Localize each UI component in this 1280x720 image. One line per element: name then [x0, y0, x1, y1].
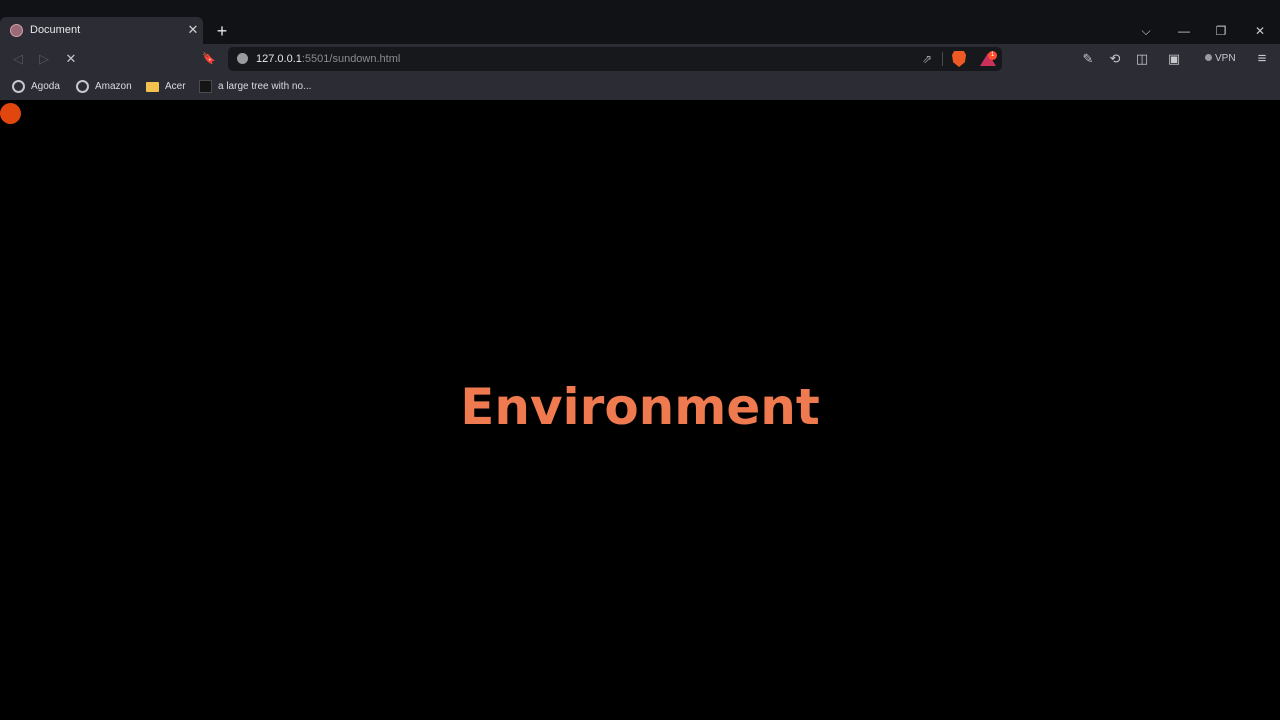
- navigation-toolbar: ◁ ▷ ✕ 🔖 127.0.0.1:5501/sundown.html ⇗ 1 …: [0, 44, 1280, 74]
- image-thumbnail-icon: [199, 80, 212, 93]
- menu-icon[interactable]: ≡: [1253, 50, 1271, 68]
- url-host: 127.0.0.1: [256, 53, 302, 65]
- page-headline: Environment: [460, 378, 820, 436]
- sync-icon[interactable]: ⟲: [1106, 50, 1124, 68]
- address-bar-divider: [942, 52, 943, 66]
- bookmark-label: Acer: [165, 81, 186, 92]
- minimize-button[interactable]: —: [1175, 22, 1193, 40]
- vpn-button[interactable]: VPN: [1205, 52, 1236, 66]
- folder-icon: [146, 82, 159, 92]
- bookmark-label: a large tree with no...: [218, 81, 312, 92]
- url-path: :5501/sundown.html: [301, 53, 401, 65]
- vpn-status-icon: [1205, 54, 1212, 61]
- sidebar-icon[interactable]: ◫: [1133, 50, 1151, 68]
- bookmarks-bar: Agoda Amazon Acer a large tree with no..…: [0, 74, 1280, 100]
- tab-strip: Document ✕ + ⌵ — ❐ ✕: [0, 0, 1280, 44]
- tab-close-icon[interactable]: ✕: [186, 22, 200, 38]
- bookmark-label: Agoda: [31, 81, 60, 92]
- globe-icon: [12, 80, 25, 93]
- brave-favicon-icon: [10, 24, 23, 37]
- bookmark-label: Amazon: [95, 81, 132, 92]
- forward-icon[interactable]: ▷: [35, 50, 53, 68]
- tab-title: Document: [30, 24, 81, 36]
- tab-search-dropdown-icon[interactable]: ⌵: [1137, 22, 1155, 40]
- tab-document[interactable]: Document ✕: [0, 17, 203, 44]
- vpn-label: VPN: [1215, 53, 1236, 64]
- site-info-icon[interactable]: [237, 53, 248, 64]
- brave-shields-icon[interactable]: [952, 51, 966, 67]
- back-icon[interactable]: ◁: [9, 50, 27, 68]
- globe-icon: [76, 80, 89, 93]
- custom-cursor-dot: [0, 103, 21, 124]
- url-text[interactable]: 127.0.0.1:5501/sundown.html: [256, 52, 400, 66]
- pen-icon[interactable]: ✎: [1079, 50, 1097, 68]
- address-bar[interactable]: 127.0.0.1:5501/sundown.html ⇗ 1: [228, 47, 1002, 71]
- rewards-badge: 1: [988, 51, 997, 60]
- page-content: Environment: [0, 100, 1280, 720]
- bookmark-page-icon[interactable]: 🔖: [200, 50, 218, 68]
- browser-window: Document ✕ + ⌵ — ❐ ✕ ◁ ▷ ✕ 🔖 127.0.0.1:5…: [0, 0, 1280, 720]
- restore-button[interactable]: ❐: [1212, 22, 1230, 40]
- new-tab-button[interactable]: +: [213, 22, 231, 40]
- stop-loading-icon[interactable]: ✕: [62, 50, 80, 68]
- wallet-icon[interactable]: ▣: [1165, 50, 1183, 68]
- brave-rewards-icon[interactable]: 1: [980, 51, 997, 67]
- share-icon[interactable]: ⇗: [918, 50, 936, 68]
- window-close-button[interactable]: ✕: [1251, 22, 1269, 40]
